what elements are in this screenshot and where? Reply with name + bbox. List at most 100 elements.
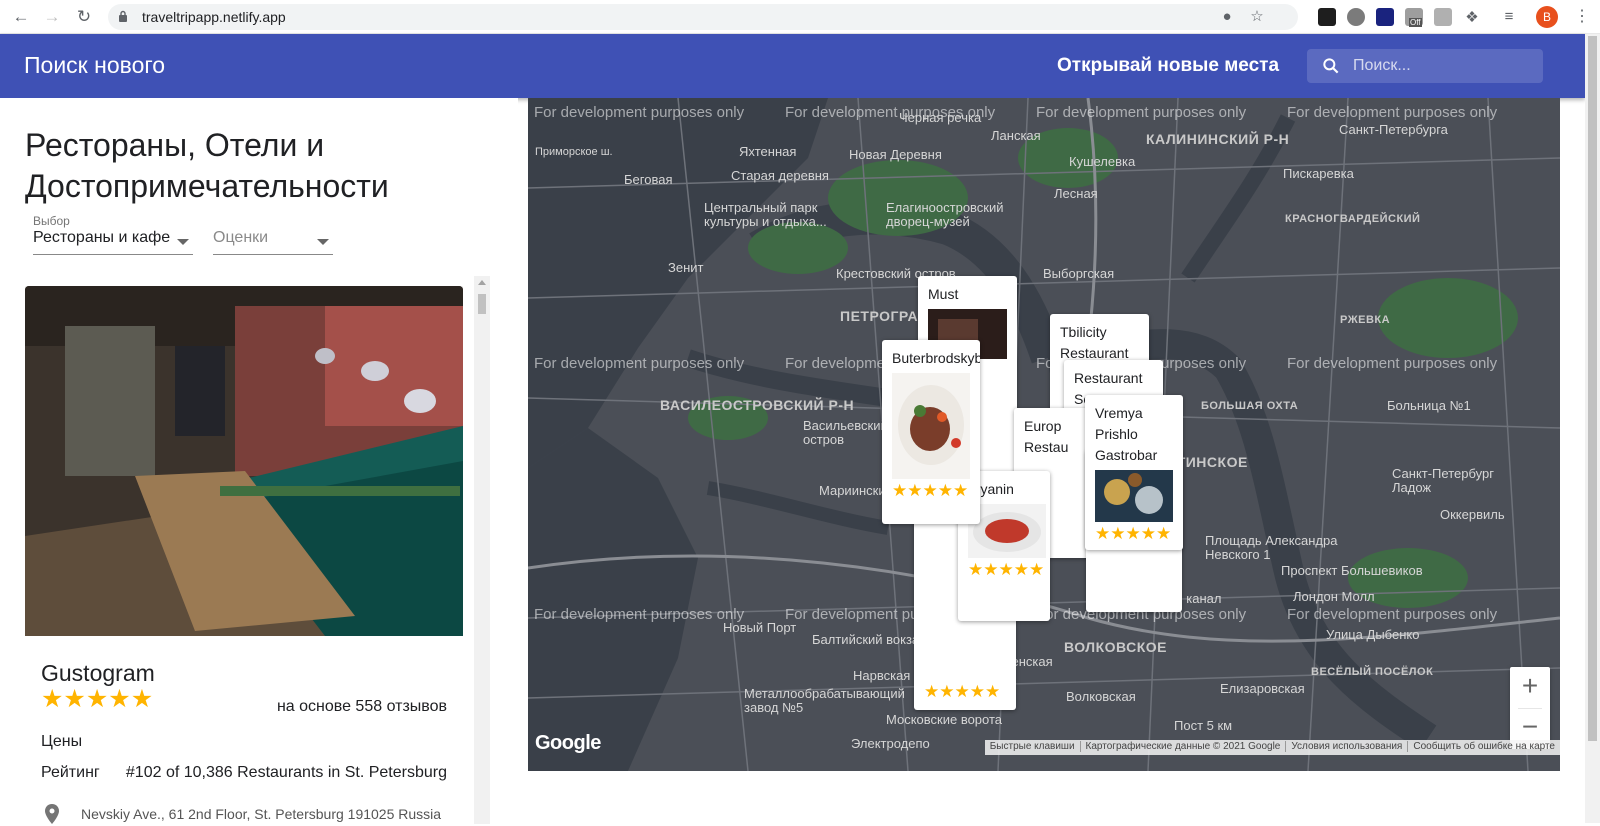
place-name: Gustogram: [41, 660, 155, 686]
ext-badge: Off: [1409, 18, 1422, 27]
map-data-notice: Картографические данные © 2021 Google: [1079, 741, 1286, 752]
google-logo[interactable]: Google: [535, 732, 601, 755]
map-label: Беговая: [624, 172, 673, 187]
map-label: Больница №1: [1387, 398, 1471, 413]
map-label: Новая Деревня: [849, 147, 942, 162]
map-label: Санкт-Петербург Ладож: [1392, 466, 1494, 495]
map-label: БОЛЬШАЯ ОХТА: [1201, 400, 1299, 412]
dev-watermark: For development purposes only: [1287, 104, 1498, 121]
type-select[interactable]: Рестораны и кафе: [33, 229, 193, 255]
map-label: Елагиноостровский дворец-музей: [886, 200, 1004, 229]
map-label: Московские ворота: [886, 712, 1003, 727]
map-label: Площадь Александра Невского 1: [1205, 533, 1338, 562]
dev-watermark: For development purposes only: [534, 355, 745, 372]
dev-watermark: For development purposes only: [1036, 104, 1247, 121]
location-icon[interactable]: ●: [1218, 8, 1236, 26]
map-place-stars: ★★★★★: [892, 481, 969, 500]
map-place-photo: [1095, 470, 1173, 522]
map-place-name: Europ Restau: [1024, 418, 1069, 455]
scroll-up-icon[interactable]: [478, 280, 486, 285]
page-title: Рестораны, Отели и Достопримечательности: [25, 127, 389, 204]
extension-off-icon[interactable]: Off: [1405, 8, 1423, 27]
tagline: Открывай новые места: [1057, 55, 1280, 76]
map-label: Приморское ш.: [535, 146, 613, 158]
search-box[interactable]: [1307, 49, 1543, 83]
places-list[interactable]: Gustogram ★★★★★ на основе 558 отзывов Це…: [25, 286, 463, 826]
list-scrollbar[interactable]: [474, 276, 490, 824]
zoom-control: + −: [1510, 667, 1550, 749]
map-place-stars: ★★★★★: [968, 560, 1045, 579]
star-icon: ★: [41, 685, 64, 713]
map-label: Васильевский остров: [803, 418, 888, 447]
map-label: ВОЛКОВСКОЕ: [1064, 639, 1168, 655]
rating-stars: ★★★★★: [41, 687, 153, 712]
star-icon: ★: [130, 685, 154, 713]
terms-link[interactable]: Условия использования: [1285, 741, 1408, 752]
back-icon[interactable]: ←: [11, 7, 31, 27]
map[interactable]: For development purposes only For develo…: [528, 98, 1560, 771]
map-place-card[interactable]: Vremya Prishlo Gastrobar ★★★★★: [1085, 395, 1183, 550]
extension-icon[interactable]: [1376, 8, 1394, 26]
star-icon: ★: [108, 685, 131, 713]
map-place-name: Must: [928, 286, 959, 302]
list-scroll-thumb[interactable]: [478, 294, 486, 314]
place-card[interactable]: Gustogram ★★★★★ на основе 558 отзывов Це…: [25, 286, 463, 826]
bookmark-star-icon[interactable]: ☆: [1248, 8, 1266, 26]
chevron-down-icon: [177, 239, 189, 245]
map-label: Яхтенная: [739, 144, 797, 159]
address-bar[interactable]: traveltripapp.netlify.app ● ☆: [108, 4, 1298, 30]
map-label: Нарвская: [853, 668, 911, 683]
star-icon: ★: [63, 685, 86, 713]
rating-select[interactable]: Оценки: [213, 229, 333, 255]
map-label: Ланская: [991, 128, 1041, 143]
rating-select-value: Оценки: [213, 229, 269, 246]
map-label: Волковская: [1066, 689, 1136, 704]
map-attribution: Быстрые клавиши Картографические данные ©…: [984, 740, 1560, 755]
dev-watermark: For development purposes only: [1287, 355, 1498, 372]
map-place-name: Buterbrodskybar: [892, 350, 980, 366]
map-label: Черная речка: [899, 110, 982, 125]
map-label: Лондон Молл: [1293, 589, 1375, 604]
map-label: Пискаревка: [1283, 166, 1354, 181]
menu-icon[interactable]: ⋮: [1574, 6, 1590, 28]
puzzle-icon[interactable]: ❖: [1463, 8, 1481, 26]
map-label: Новый Порт: [723, 620, 797, 635]
map-label: ВАСИЛЕОСТРОВСКИЙ Р-Н: [660, 397, 855, 413]
map-place-stars: ★★★★★: [1095, 524, 1172, 543]
extension-icon[interactable]: [1347, 8, 1365, 26]
zoom-in-button[interactable]: +: [1510, 667, 1550, 707]
extension-icon[interactable]: [1434, 8, 1452, 26]
map-place-photo: [892, 373, 970, 479]
location-pin-icon: [45, 804, 59, 824]
lock-icon: [119, 10, 127, 22]
react-devtools-icon[interactable]: [1318, 8, 1336, 26]
map-place-stars: ★★★★★: [924, 682, 1001, 701]
forward-icon[interactable]: →: [42, 7, 62, 27]
map-label: ВЕСЁЛЫЙ ПОСЁЛОК: [1311, 666, 1434, 678]
review-count: на основе 558 отзывов: [276, 698, 447, 715]
map-label: Электродепо: [851, 736, 930, 751]
reload-icon[interactable]: ↻: [74, 7, 94, 27]
keyboard-shortcuts-link[interactable]: Быстрые клавиши: [985, 741, 1080, 752]
map-label: Лесная: [1054, 186, 1098, 201]
avatar[interactable]: B: [1536, 6, 1558, 28]
search-input[interactable]: [1353, 55, 1533, 77]
dev-watermark: For development purposes only: [534, 606, 745, 623]
star-icon: ★: [85, 685, 109, 713]
page-scroll-thumb[interactable]: [1588, 36, 1597, 741]
list-panel: Рестораны, Отели и Достопримечательности…: [0, 98, 518, 826]
map-label: Елизаровская: [1220, 681, 1305, 696]
url-text: traveltripapp.netlify.app: [142, 9, 286, 25]
map-label: РЖЕВКА: [1340, 314, 1391, 326]
map-label: Оккервиль: [1440, 507, 1505, 522]
map-label: Центральный парк культуры и отдыха...: [704, 200, 827, 229]
map-place-card[interactable]: Buterbrodskybar ★★★★★: [882, 340, 980, 524]
map-label: Зенит: [668, 260, 704, 275]
reading-list-icon[interactable]: ≡: [1500, 8, 1518, 26]
map-label: Выборгская: [1043, 266, 1115, 281]
report-error-link[interactable]: Сообщить об ошибке на карте: [1407, 741, 1560, 752]
price-label: Цены: [41, 733, 83, 750]
dev-watermark: For development purposes only: [1287, 606, 1498, 623]
map-label: Металлообрабатывающий завод №5: [744, 686, 905, 715]
map-label: Проспект Большевиков: [1281, 563, 1423, 578]
